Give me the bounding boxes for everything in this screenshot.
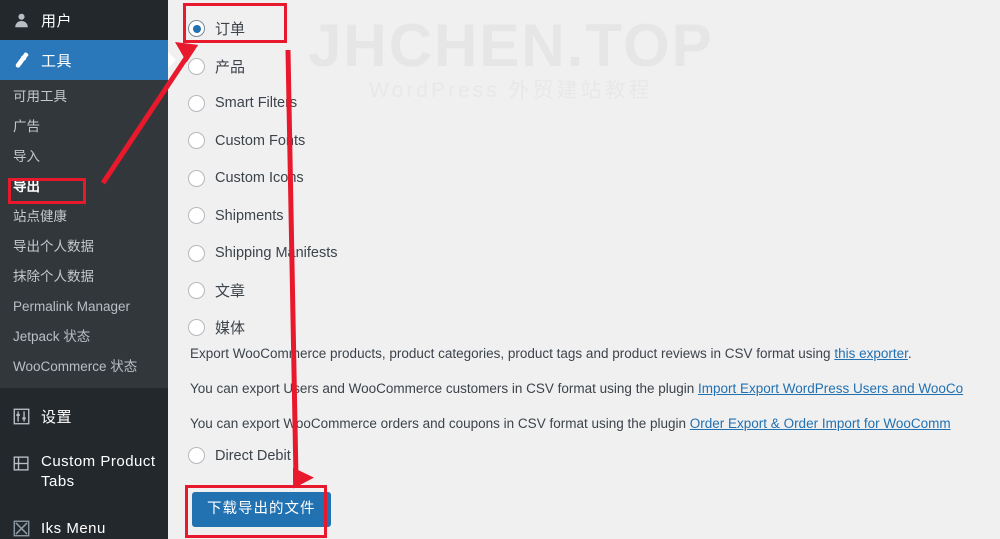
- submenu-item-export-personal-data[interactable]: 导出个人数据: [0, 232, 168, 262]
- download-export-file-button[interactable]: 下载导出的文件: [192, 492, 331, 527]
- sidebar-item-iks-menu[interactable]: Iks Menu: [0, 508, 168, 539]
- submenu-item-site-health[interactable]: 站点健康: [0, 202, 168, 232]
- submenu-item-import[interactable]: 导入: [0, 142, 168, 172]
- link-import-export-users-plugin[interactable]: Import Export WordPress Users and WooCo: [698, 381, 963, 396]
- submenu-label: 站点健康: [13, 209, 67, 224]
- user-icon: [10, 10, 32, 30]
- option-label-media: 媒体: [215, 320, 246, 338]
- submenu-label: 导出个人数据: [13, 239, 94, 254]
- radio-custom-fonts[interactable]: [188, 132, 205, 150]
- option-row-media[interactable]: 媒体: [188, 309, 708, 346]
- sidebar-item-custom-product-tabs[interactable]: Custom Product Tabs: [0, 444, 168, 500]
- submenu-label: WooCommerce 状态: [13, 359, 138, 374]
- x-cross-icon: [10, 518, 32, 538]
- option-row-direct-debit[interactable]: Direct Debit: [188, 447, 291, 464]
- submenu-label: 可用工具: [13, 89, 67, 104]
- option-row-products[interactable]: 产品: [188, 47, 708, 84]
- paragraph-text-after: .: [907, 346, 912, 361]
- product-tabs-icon: [10, 453, 32, 473]
- paragraph-products-export: Export WooCommerce products, product cat…: [190, 345, 1000, 363]
- paragraph-text-before: You can export WooCommerce orders and co…: [190, 416, 690, 431]
- option-row-custom-icons[interactable]: Custom Icons: [188, 160, 708, 197]
- option-label-shipments: Shipments: [215, 207, 284, 224]
- settings-sliders-icon: [10, 406, 32, 426]
- option-row-smart-filters[interactable]: Smart Filters: [188, 85, 708, 122]
- submenu-item-export[interactable]: 导出: [0, 172, 168, 202]
- menu-divider: [0, 500, 168, 508]
- submenu-label: 导入: [13, 149, 40, 164]
- radio-shipments[interactable]: [188, 207, 205, 225]
- submenu-item-available-tools[interactable]: 可用工具: [0, 82, 168, 112]
- submenu-label: Permalink Manager: [13, 299, 131, 314]
- radio-products[interactable]: [188, 57, 205, 75]
- submenu-item-jetpack-status[interactable]: Jetpack 状态: [0, 322, 168, 352]
- export-help-paragraphs: Export WooCommerce products, product cat…: [190, 345, 1000, 450]
- submenu-item-woocommerce-status[interactable]: WooCommerce 状态: [0, 352, 168, 382]
- option-label-shipping-manifests: Shipping Manifests: [215, 245, 338, 262]
- radio-shipping-manifests[interactable]: [188, 244, 205, 262]
- radio-orders[interactable]: [188, 20, 205, 38]
- submenu-item-erase-personal-data[interactable]: 抹除个人数据: [0, 262, 168, 292]
- download-button-wrap: 下载导出的文件: [192, 492, 331, 527]
- paragraph-users-export: You can export Users and WooCommerce cus…: [190, 380, 1000, 398]
- option-label-direct-debit: Direct Debit: [215, 447, 291, 464]
- sidebar-item-tools-label: 工具: [41, 52, 73, 70]
- radio-custom-icons[interactable]: [188, 169, 205, 187]
- radio-media[interactable]: [188, 319, 205, 337]
- export-page-content: JHCHEN.TOP WordPress 外贸建站教程 订单 产品 Smart …: [168, 0, 1000, 539]
- export-content-options: 订单 产品 Smart Filters Custom Fonts Custom …: [188, 10, 708, 347]
- sidebar-item-settings[interactable]: 设置: [0, 396, 168, 436]
- sidebar-item-users[interactable]: 用户: [0, 0, 168, 40]
- submenu-label: 抹除个人数据: [13, 269, 94, 284]
- option-row-posts[interactable]: 文章: [188, 272, 708, 309]
- sidebar-item-custom-product-tabs-label: Custom Product Tabs: [41, 453, 156, 490]
- sidebar-item-iks-menu-label: Iks Menu: [41, 519, 106, 537]
- submenu-label: 广告: [13, 119, 40, 134]
- link-this-exporter[interactable]: this exporter: [834, 346, 908, 361]
- submenu-label: 导出: [13, 179, 40, 194]
- paragraph-orders-export: You can export WooCommerce orders and co…: [190, 415, 1000, 433]
- option-label-products: 产品: [215, 58, 246, 76]
- link-order-export-plugin[interactable]: Order Export & Order Import for WooComm: [690, 416, 951, 431]
- sidebar-item-tools[interactable]: 工具: [0, 40, 176, 80]
- sidebar-item-settings-label: 设置: [41, 408, 73, 426]
- option-row-shipments[interactable]: Shipments: [188, 197, 708, 234]
- sidebar-item-users-label: 用户: [41, 12, 73, 30]
- paragraph-text-before: You can export Users and WooCommerce cus…: [190, 381, 698, 396]
- option-label-posts: 文章: [215, 282, 246, 300]
- menu-divider: [0, 388, 168, 396]
- submenu-label: Jetpack 状态: [13, 329, 91, 344]
- option-label-smart-filters: Smart Filters: [215, 95, 298, 112]
- option-row-custom-fonts[interactable]: Custom Fonts: [188, 122, 708, 159]
- option-row-orders[interactable]: 订单: [188, 10, 708, 47]
- wrench-icon: [10, 50, 32, 70]
- radio-posts[interactable]: [188, 281, 205, 299]
- screen: 用户 工具 可用工具 广告 导入 导出 站点健康 导出个人数据 抹除个人数据 P…: [0, 0, 1000, 539]
- option-row-shipping-manifests[interactable]: Shipping Manifests: [188, 234, 708, 271]
- option-label-custom-fonts: Custom Fonts: [215, 132, 306, 149]
- paragraph-text-before: Export WooCommerce products, product cat…: [190, 346, 835, 361]
- radio-smart-filters[interactable]: [188, 94, 205, 112]
- option-label-orders: 订单: [215, 21, 246, 39]
- submenu-item-ads[interactable]: 广告: [0, 112, 168, 142]
- admin-sidebar: 用户 工具 可用工具 广告 导入 导出 站点健康 导出个人数据 抹除个人数据 P…: [0, 0, 176, 539]
- radio-direct-debit[interactable]: [188, 447, 205, 464]
- submenu-item-permalink-manager[interactable]: Permalink Manager: [0, 292, 168, 322]
- menu-divider: [0, 436, 168, 444]
- tools-submenu: 可用工具 广告 导入 导出 站点健康 导出个人数据 抹除个人数据 Permali…: [0, 80, 168, 388]
- option-label-custom-icons: Custom Icons: [215, 170, 304, 187]
